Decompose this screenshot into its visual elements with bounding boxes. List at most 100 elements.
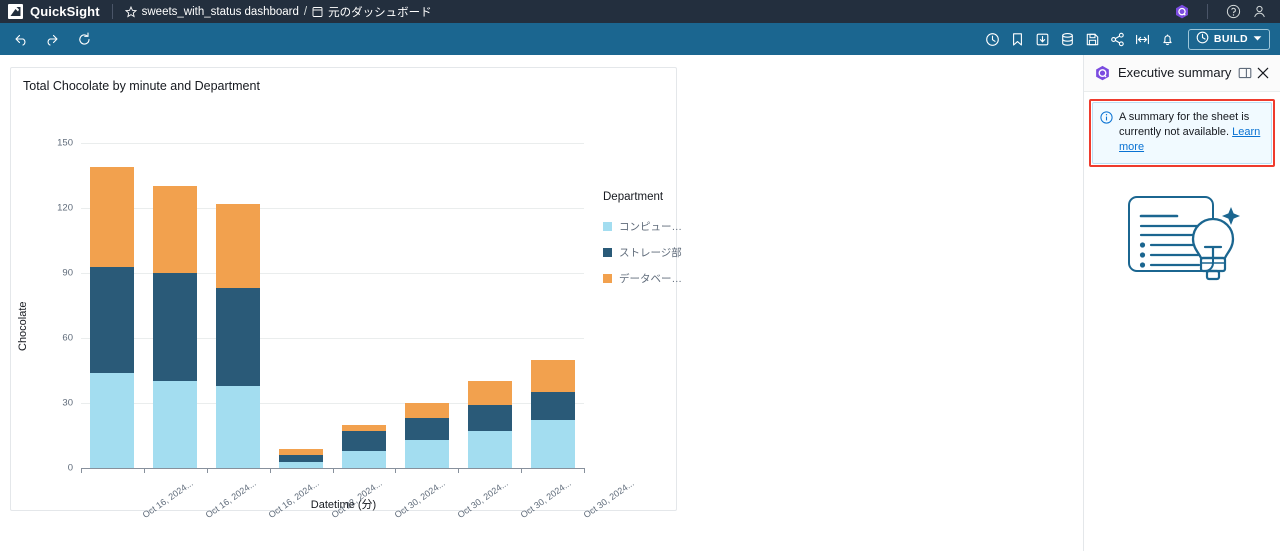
- legend-swatch: [603, 248, 612, 257]
- executive-summary-panel: Executive summary A summary for the shee…: [1083, 55, 1280, 551]
- amazon-q-hexagon-icon[interactable]: [1173, 3, 1190, 20]
- legend-item[interactable]: コンピュー…: [603, 219, 682, 234]
- topbar-actions: [1173, 0, 1272, 23]
- bar-segment[interactable]: [279, 455, 324, 462]
- help-circle-icon[interactable]: [1220, 0, 1246, 23]
- build-button-label: BUILD: [1213, 33, 1248, 45]
- breadcrumb-sheet-name[interactable]: 元のダッシュボード: [328, 4, 432, 20]
- bar-segment[interactable]: [216, 288, 261, 386]
- x-axis-tick: [395, 468, 397, 473]
- bar-stack[interactable]: [404, 143, 449, 468]
- close-icon[interactable]: [1254, 64, 1272, 82]
- bar-segment[interactable]: [341, 424, 386, 432]
- undo-icon[interactable]: [10, 29, 31, 50]
- visual-container[interactable]: Total Chocolate by minute and Department…: [10, 67, 682, 520]
- bell-icon[interactable]: [1157, 29, 1178, 50]
- sheet-canvas: Total Chocolate by minute and Department…: [0, 55, 1083, 551]
- breadcrumb-separator: /: [303, 5, 308, 18]
- y-axis-tick-label: 0: [67, 462, 73, 474]
- visual-title: Total Chocolate by minute and Department: [23, 79, 260, 93]
- alert-message: A summary for the sheet is currently not…: [1119, 111, 1250, 138]
- build-button[interactable]: BUILD: [1187, 28, 1270, 50]
- bar-segment[interactable]: [90, 266, 135, 373]
- x-axis-tick: [458, 468, 460, 473]
- x-axis-tick: [269, 468, 271, 473]
- bar-segment[interactable]: [90, 166, 135, 267]
- redo-icon[interactable]: [42, 29, 63, 50]
- panel-header: Executive summary: [1084, 55, 1280, 92]
- panel-title: Executive summary: [1118, 65, 1232, 80]
- breadcrumb: sweets_with_status dashboard / 元のダッシュボード: [124, 4, 432, 20]
- bar-segment[interactable]: [467, 381, 512, 406]
- user-account-icon[interactable]: [1246, 0, 1272, 23]
- bar-segment[interactable]: [404, 418, 449, 440]
- bar-segment[interactable]: [530, 420, 575, 468]
- bar-stack[interactable]: [216, 143, 261, 468]
- sheet-icon: [312, 6, 323, 18]
- bar-segment[interactable]: [153, 186, 198, 273]
- legend-swatch: [603, 222, 612, 231]
- amazon-q-hexagon-icon: [1094, 65, 1111, 82]
- chevron-down-icon: [1253, 33, 1262, 45]
- x-axis-tick: [206, 468, 208, 473]
- bar-segment[interactable]: [404, 439, 449, 468]
- bar-segment[interactable]: [90, 372, 135, 468]
- bar-stack[interactable]: [467, 143, 512, 468]
- bar-segment[interactable]: [530, 392, 575, 421]
- alert-text: A summary for the sheet is currently not…: [1119, 110, 1264, 155]
- y-axis-tick-label: 120: [57, 202, 73, 214]
- y-axis-title: Chocolate: [17, 301, 29, 351]
- bar-stack[interactable]: [341, 143, 386, 468]
- bar-segment[interactable]: [216, 385, 261, 468]
- breadcrumb-dashboard-name[interactable]: sweets_with_status dashboard: [142, 6, 299, 18]
- share-icon[interactable]: [1107, 29, 1128, 50]
- quicksight-logo-icon[interactable]: [8, 4, 23, 19]
- bar-segment[interactable]: [153, 381, 198, 468]
- topbar-divider-2: [1207, 4, 1208, 19]
- x-axis-tick: [521, 468, 523, 473]
- topbar-divider: [111, 4, 113, 19]
- bar-segment[interactable]: [341, 450, 386, 468]
- bar-stack[interactable]: [279, 143, 324, 468]
- bar-segment[interactable]: [153, 273, 198, 382]
- bar-segment[interactable]: [279, 448, 324, 455]
- bar-segment[interactable]: [341, 431, 386, 451]
- summary-illustration: [1084, 167, 1280, 292]
- bar-segment[interactable]: [216, 203, 261, 289]
- legend-label: ストレージ部: [619, 247, 682, 259]
- y-axis-tick-label: 30: [62, 397, 73, 409]
- bar-stack[interactable]: [90, 143, 135, 468]
- product-name: QuickSight: [30, 4, 100, 19]
- y-axis-tick-label: 150: [57, 137, 73, 149]
- tool-bar: BUILD: [0, 23, 1280, 55]
- history-actions: [10, 29, 95, 50]
- summary-lightbulb-illustration-icon: [1119, 187, 1245, 292]
- build-circle-icon: [1196, 31, 1209, 47]
- panel-layout-icon[interactable]: [1236, 64, 1254, 82]
- toolbar-actions: BUILD: [982, 28, 1270, 50]
- body: Total Chocolate by minute and Department…: [0, 55, 1280, 551]
- reset-icon[interactable]: [74, 29, 95, 50]
- save-icon[interactable]: [1082, 29, 1103, 50]
- bar-segment[interactable]: [404, 403, 449, 419]
- bar-stack[interactable]: [153, 143, 198, 468]
- fit-width-icon[interactable]: [1132, 29, 1153, 50]
- legend: Department コンピュー… ストレージ部 データベー…: [603, 191, 682, 297]
- y-axis-tick-label: 90: [62, 267, 73, 279]
- info-circle-icon: [1100, 111, 1113, 124]
- download-icon[interactable]: [1032, 29, 1053, 50]
- bar-segment[interactable]: [467, 431, 512, 468]
- x-axis-title: Datetime (分): [310, 499, 377, 511]
- database-icon[interactable]: [1057, 29, 1078, 50]
- legend-item[interactable]: ストレージ部: [603, 245, 682, 260]
- summary-unavailable-alert: A summary for the sheet is currently not…: [1092, 102, 1272, 164]
- legend-item[interactable]: データベー…: [603, 271, 682, 286]
- bar-segment[interactable]: [467, 405, 512, 432]
- star-outline-icon[interactable]: [124, 5, 137, 18]
- bookmark-icon[interactable]: [1007, 29, 1028, 50]
- bar-stack[interactable]: [530, 143, 575, 468]
- legend-label: データベー…: [619, 273, 682, 285]
- clock-history-icon[interactable]: [982, 29, 1003, 50]
- bar-segment[interactable]: [530, 359, 575, 393]
- y-axis-tick-label: 60: [62, 332, 73, 344]
